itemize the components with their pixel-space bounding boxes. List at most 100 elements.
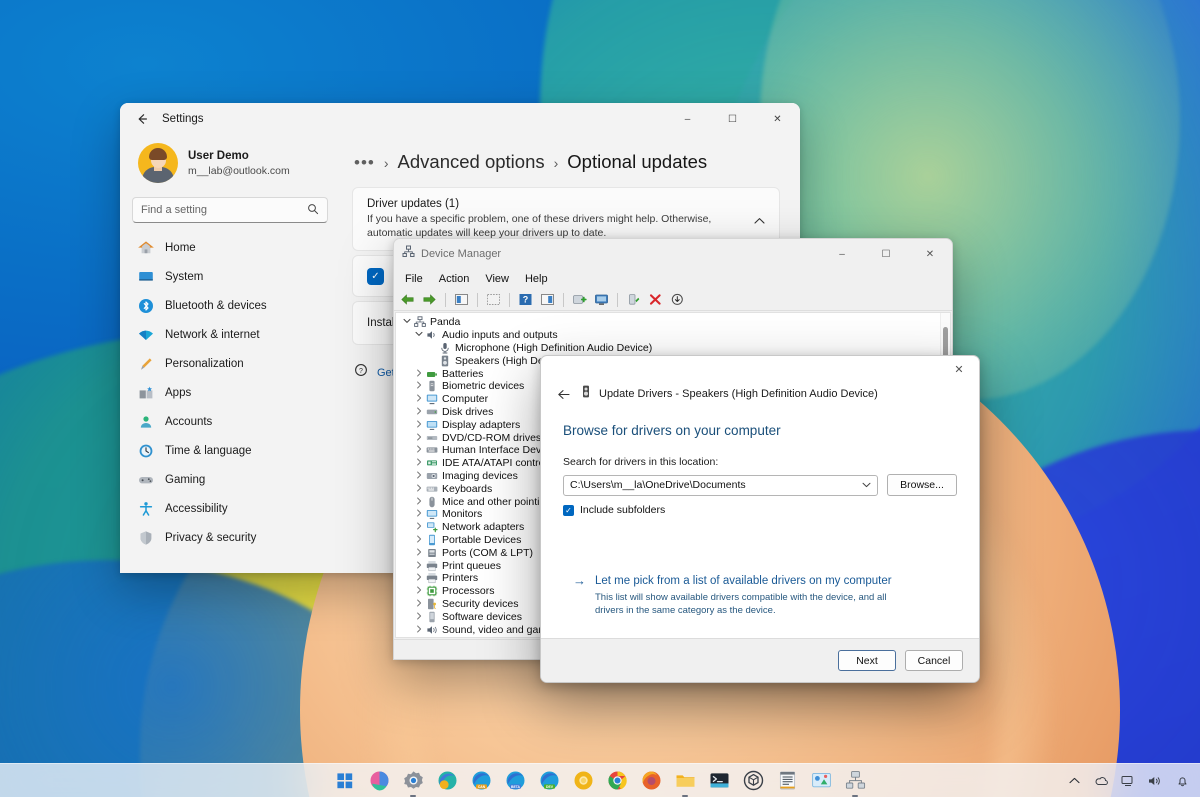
edge-dev-icon[interactable]: DEV	[537, 769, 561, 793]
notification-bell-icon[interactable]	[1174, 773, 1190, 789]
show-hidden-icons-chevron[interactable]	[1066, 773, 1082, 789]
close-button[interactable]: ✕	[755, 103, 800, 135]
sidebar-item-time-language[interactable]: Time & language	[130, 436, 330, 465]
chrome-canary-icon[interactable]	[571, 769, 595, 793]
chevron-right-icon[interactable]	[412, 445, 425, 455]
chevron-right-icon[interactable]	[412, 381, 425, 391]
scan-hardware-icon[interactable]	[592, 290, 611, 309]
properties-icon[interactable]	[452, 290, 471, 309]
onedrive-icon[interactable]	[1093, 773, 1109, 789]
device-manager-icon[interactable]	[843, 769, 867, 797]
disable-device-icon[interactable]	[668, 290, 687, 309]
pick-from-list-title[interactable]: Let me pick from a list of available dri…	[595, 574, 910, 589]
chevron-right-icon[interactable]	[412, 586, 425, 596]
sidebar-item-apps[interactable]: Apps	[130, 378, 330, 407]
start-icon[interactable]	[333, 769, 357, 793]
minimize-button[interactable]: –	[665, 103, 710, 135]
chevron-right-icon[interactable]	[412, 509, 425, 519]
menu-view[interactable]: View	[478, 271, 516, 287]
sidebar-item-system[interactable]: System	[130, 262, 330, 291]
tree-node[interactable]: Audio inputs and outputs	[400, 329, 940, 342]
dialog-close-button[interactable]: ✕	[939, 356, 979, 382]
chevron-right-icon[interactable]	[412, 535, 425, 545]
copilot-icon[interactable]	[367, 769, 391, 793]
sidebar-item-network-internet[interactable]: Network & internet	[130, 320, 330, 349]
network-icon[interactable]	[1120, 773, 1136, 789]
menu-help[interactable]: Help	[518, 271, 555, 287]
chevron-up-icon[interactable]	[754, 216, 765, 228]
help-icon[interactable]: ?	[516, 290, 535, 309]
chevron-right-icon[interactable]	[412, 369, 425, 379]
sidebar-item-privacy-security[interactable]: Privacy & security	[130, 523, 330, 552]
chevron-right-icon[interactable]	[412, 599, 425, 609]
taskbar[interactable]: CAN BETA DEV	[0, 763, 1200, 797]
chevron-down-icon[interactable]	[400, 317, 413, 327]
next-button[interactable]: Next	[838, 650, 896, 671]
include-subfolders-row[interactable]: ✓ Include subfolders	[563, 504, 957, 516]
settings-icon[interactable]	[401, 769, 425, 797]
chevron-right-icon[interactable]	[412, 561, 425, 571]
chatgpt-icon[interactable]	[741, 769, 765, 793]
notepad-icon[interactable]	[775, 769, 799, 793]
sidebar-item-gaming[interactable]: Gaming	[130, 465, 330, 494]
driver-update-checkbox[interactable]: ✓	[367, 267, 384, 285]
pick-from-list-option[interactable]: → Let me pick from a list of available d…	[563, 574, 957, 617]
show-hidden-icon[interactable]	[484, 290, 503, 309]
firefox-icon[interactable]	[639, 769, 663, 793]
menu-action[interactable]: Action	[432, 271, 477, 287]
edge-beta-icon[interactable]: BETA	[503, 769, 527, 793]
sidebar-item-accounts[interactable]: Accounts	[130, 407, 330, 436]
cancel-button[interactable]: Cancel	[905, 650, 963, 671]
dm-minimize-button[interactable]: –	[820, 239, 864, 269]
breadcrumb-overflow[interactable]: •••	[354, 154, 375, 172]
account-row[interactable]: User Demo m__lab@outlook.com	[130, 135, 330, 193]
tree-node[interactable]: Microphone (High Definition Audio Device…	[400, 342, 940, 355]
chevron-right-icon[interactable]	[412, 497, 425, 507]
search-input[interactable]	[141, 204, 307, 216]
chrome-icon[interactable]	[605, 769, 629, 793]
location-combobox[interactable]: C:\Users\m__la\OneDrive\Documents	[563, 474, 878, 496]
chevron-right-icon[interactable]	[412, 394, 425, 404]
update-driver-icon[interactable]	[538, 290, 557, 309]
sidebar-item-home[interactable]: Home	[130, 233, 330, 262]
chevron-down-icon[interactable]	[412, 330, 425, 340]
menu-file[interactable]: File	[398, 271, 430, 287]
dm-maximize-button[interactable]: ☐	[864, 239, 908, 269]
edge-canary-icon[interactable]	[435, 769, 459, 793]
chevron-right-icon[interactable]	[412, 573, 425, 583]
tree-node[interactable]: Panda	[400, 316, 940, 329]
edge-canary2-icon[interactable]: CAN	[469, 769, 493, 793]
chevron-right-icon[interactable]	[412, 471, 425, 481]
volume-icon[interactable]	[1147, 773, 1163, 789]
avatar[interactable]	[138, 143, 178, 183]
file-explorer-icon[interactable]	[673, 769, 697, 797]
enable-device-icon[interactable]	[624, 290, 643, 309]
dm-close-button[interactable]: ✕	[908, 239, 952, 269]
chevron-down-icon[interactable]	[862, 481, 871, 490]
chevron-right-icon[interactable]	[412, 433, 425, 443]
chevron-right-icon[interactable]	[412, 420, 425, 430]
uninstall-device-icon[interactable]	[646, 290, 665, 309]
chevron-right-icon[interactable]	[412, 484, 425, 494]
chevron-right-icon[interactable]	[412, 548, 425, 558]
paint-icon[interactable]	[809, 769, 833, 793]
chevron-right-icon[interactable]	[412, 522, 425, 532]
back-arrow-icon[interactable]	[555, 385, 573, 403]
browse-button[interactable]: Browse...	[887, 474, 957, 496]
chevron-right-icon[interactable]	[412, 612, 425, 622]
update-drivers-dialog[interactable]: ✕ Update Drivers - Speakers (High Defini…	[540, 355, 980, 683]
breadcrumb-advanced-options[interactable]: Advanced options	[398, 151, 545, 173]
maximize-button[interactable]: ☐	[710, 103, 755, 135]
terminal-icon[interactable]	[707, 769, 731, 793]
back-arrow-icon[interactable]	[126, 103, 158, 135]
back-icon[interactable]	[398, 290, 417, 309]
chevron-right-icon[interactable]	[412, 407, 425, 417]
forward-icon[interactable]	[420, 290, 439, 309]
sidebar-item-bluetooth-devices[interactable]: Bluetooth & devices	[130, 291, 330, 320]
chevron-right-icon[interactable]	[412, 458, 425, 468]
search-box[interactable]	[132, 197, 328, 223]
include-subfolders-checkbox[interactable]: ✓	[563, 504, 574, 516]
chevron-right-icon[interactable]	[412, 625, 425, 635]
sidebar-item-personalization[interactable]: Personalization	[130, 349, 330, 378]
sidebar-item-accessibility[interactable]: Accessibility	[130, 494, 330, 523]
